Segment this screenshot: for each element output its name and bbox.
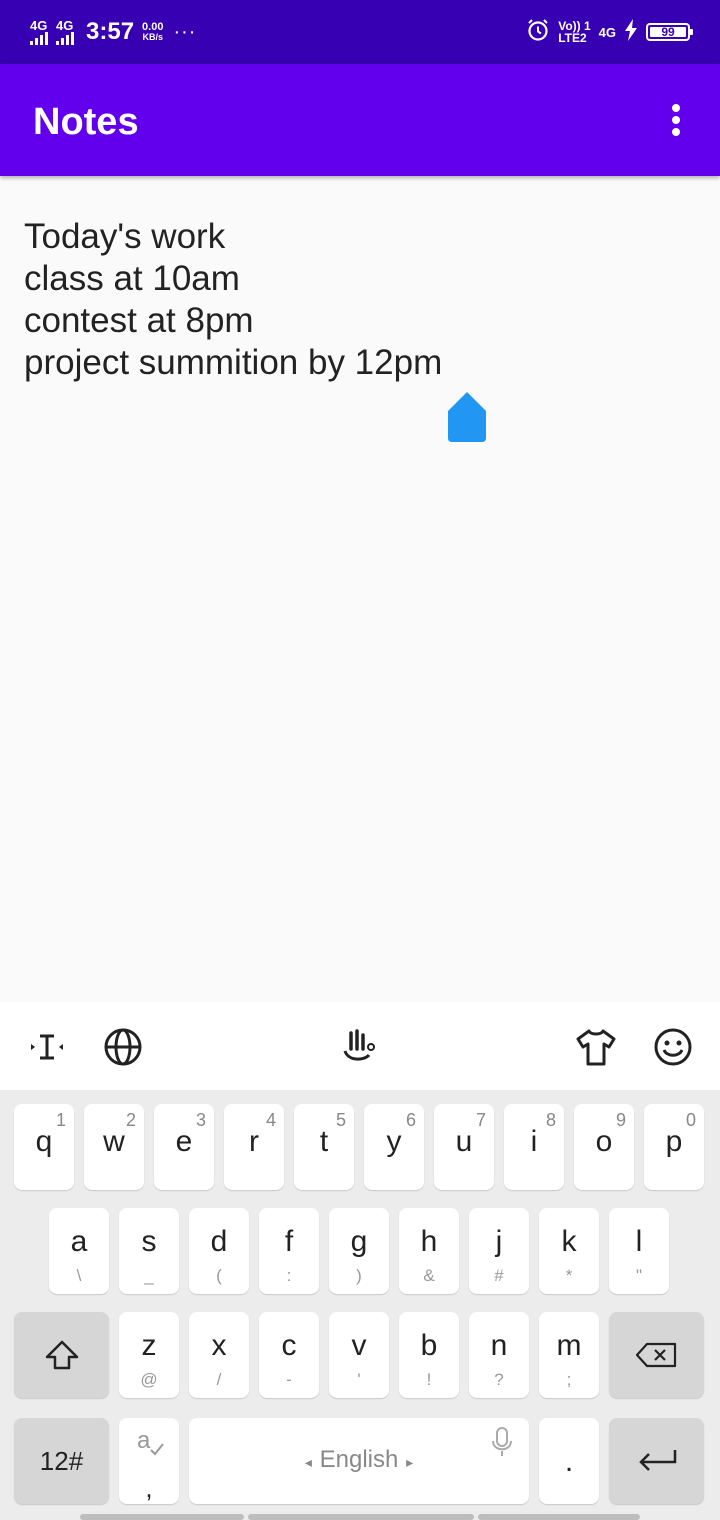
comma-key-label: , xyxy=(145,1473,153,1503)
nav-indicator xyxy=(478,1514,640,1520)
keyboard-toolbar xyxy=(0,1002,720,1090)
sim1-network-label: 4G xyxy=(30,18,48,33)
note-line: contest at 8pm xyxy=(24,301,254,340)
enter-key[interactable] xyxy=(609,1418,704,1504)
space-bar[interactable]: ◂ English ▸ xyxy=(189,1418,529,1504)
page-title: Notes xyxy=(33,101,139,143)
key-j[interactable]: j # xyxy=(469,1208,529,1294)
sim2-signal: 4G xyxy=(56,19,74,45)
signal-icon xyxy=(56,32,74,45)
key-r[interactable]: 4r xyxy=(224,1104,284,1190)
svg-text:a: a xyxy=(137,1427,151,1454)
battery-icon: 99 xyxy=(646,23,693,41)
key-k[interactable]: k * xyxy=(539,1208,599,1294)
charging-icon xyxy=(624,18,638,46)
key-s[interactable]: s _ xyxy=(119,1208,179,1294)
shift-icon xyxy=(14,1312,109,1398)
backspace-key[interactable] xyxy=(609,1312,704,1398)
key-q[interactable]: 1q xyxy=(14,1104,74,1190)
nav-indicator xyxy=(80,1514,244,1520)
network-speed: 0.00 KB/s xyxy=(142,21,164,43)
network-type-label: 4G xyxy=(598,24,616,40)
theme-shirt-icon[interactable] xyxy=(575,1026,617,1068)
text-cursor-icon[interactable] xyxy=(26,1026,68,1068)
note-line: Today's work xyxy=(24,217,226,256)
status-left: 4G 4G 3:57 0.00 KB/s ··· xyxy=(30,16,196,48)
key-z[interactable]: z @ xyxy=(119,1312,179,1398)
period-key-label: . xyxy=(564,1445,574,1478)
key-d[interactable]: d( xyxy=(189,1208,249,1294)
volte-bottom-label: LTE2 xyxy=(558,31,587,45)
note-editor[interactable]: Today's work class at 10am contest at 8p… xyxy=(24,216,684,384)
key-y[interactable]: 6y xyxy=(364,1104,424,1190)
key-g[interactable]: g) xyxy=(329,1208,389,1294)
signal-icon xyxy=(30,32,48,45)
sim2-network-label: 4G xyxy=(56,18,74,33)
clock: 3:57 xyxy=(86,18,135,45)
status-right: Vo)) 1 LTE2 4G 99 xyxy=(526,16,693,48)
shift-key[interactable] xyxy=(14,1312,109,1398)
space-bar-language: ◂ English ▸ xyxy=(304,1446,414,1473)
volte-indicator: Vo)) 1 LTE2 xyxy=(558,20,590,44)
comma-key[interactable]: a , xyxy=(119,1418,179,1504)
key-o[interactable]: 9o xyxy=(574,1104,634,1190)
period-key[interactable]: . xyxy=(539,1418,599,1504)
status-bar: 4G 4G 3:57 0.00 KB/s ··· Vo)) 1 LTE2 4G … xyxy=(0,0,720,64)
key-l[interactable]: l " xyxy=(609,1208,669,1294)
text-cursor-handle[interactable] xyxy=(448,392,486,442)
key-t[interactable]: 5t xyxy=(294,1104,354,1190)
key-a[interactable]: a \ xyxy=(49,1208,109,1294)
globe-icon[interactable] xyxy=(102,1026,144,1068)
sim1-signal: 4G xyxy=(30,19,48,45)
key-x[interactable]: x / xyxy=(189,1312,249,1398)
backspace-icon xyxy=(609,1312,704,1398)
note-line: class at 10am xyxy=(24,259,240,298)
numbers-key-label: 12# xyxy=(39,1445,84,1476)
key-v[interactable]: v ' xyxy=(329,1312,389,1398)
enter-icon xyxy=(609,1418,704,1504)
alarm-icon xyxy=(526,18,550,47)
more-vert-icon[interactable] xyxy=(660,100,692,140)
key-b[interactable]: b! xyxy=(399,1312,459,1398)
microphone-icon[interactable] xyxy=(491,1426,513,1463)
key-p[interactable]: 0p xyxy=(644,1104,704,1190)
more-notifications-icon: ··· xyxy=(173,20,197,43)
note-line: project summition by 12pm xyxy=(24,343,443,382)
key-n[interactable]: n? xyxy=(469,1312,529,1398)
numbers-key[interactable]: 12# xyxy=(14,1418,109,1504)
battery-level: 99 xyxy=(661,25,675,39)
key-w[interactable]: 2w xyxy=(84,1104,144,1190)
key-e[interactable]: 3e xyxy=(154,1104,214,1190)
key-h[interactable]: h & xyxy=(399,1208,459,1294)
key-m[interactable]: m; xyxy=(539,1312,599,1398)
key-u[interactable]: 7u xyxy=(434,1104,494,1190)
emoji-icon[interactable] xyxy=(652,1026,694,1068)
gesture-typing-icon[interactable] xyxy=(338,1026,380,1068)
keyboard: 1q 2w 3e 4r 5t 6y 7u 8i 9o 0p a \ s _ d( f… xyxy=(0,1090,720,1520)
autocorrect-icon: a xyxy=(135,1426,165,1463)
key-f[interactable]: f: xyxy=(259,1208,319,1294)
app-bar: Notes xyxy=(0,64,720,176)
nav-indicator xyxy=(248,1514,474,1520)
network-speed-unit: KB/s xyxy=(142,32,164,43)
key-i[interactable]: 8i xyxy=(504,1104,564,1190)
key-c[interactable]: c- xyxy=(259,1312,319,1398)
